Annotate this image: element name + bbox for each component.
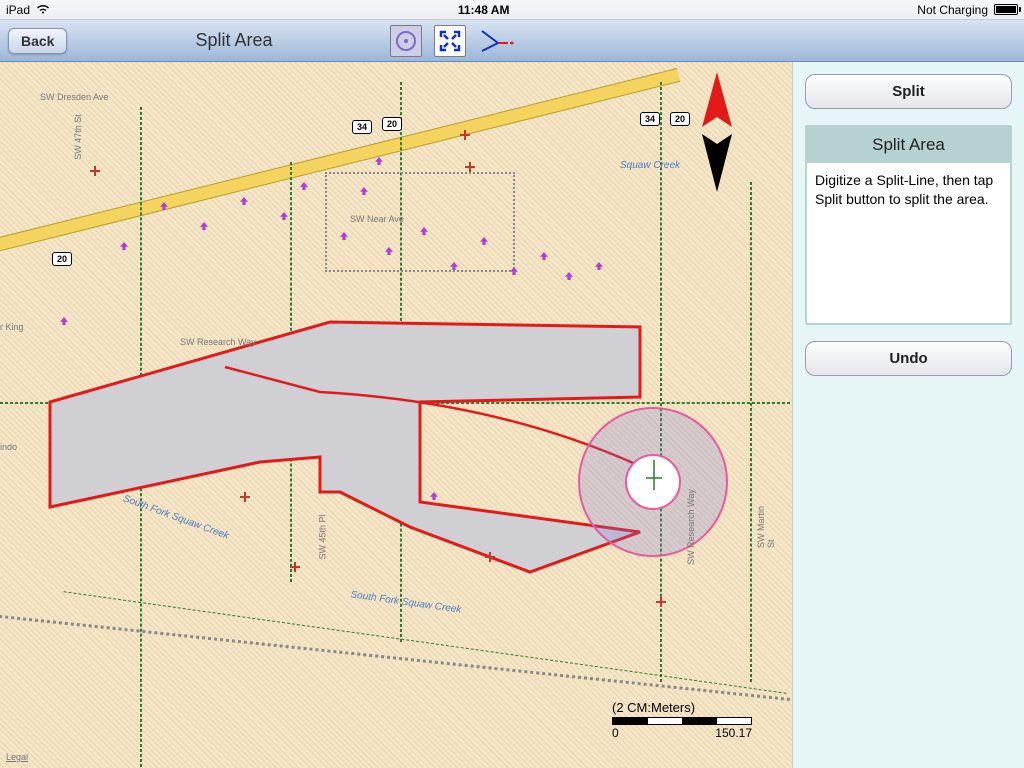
street-label: SW Dresden Ave [40,92,108,102]
map-canvas[interactable]: 20 34 20 34 20 SW Dresden Ave SW Near Av… [0,62,792,768]
zoom-extent-button[interactable] [434,25,466,57]
route-shield: 20 [382,117,402,131]
scale-bar: (2 CM:Meters) 0 150.17 [612,700,752,740]
device-label: iPad [6,3,30,17]
split-line-tool-button[interactable] [478,25,518,57]
main: 20 34 20 34 20 SW Dresden Ave SW Near Av… [0,62,1024,768]
toolbar: Back Split Area [0,20,1024,62]
instruction-card: Split Area Digitize a Split-Line, then t… [805,125,1012,325]
survey-marker [290,562,300,572]
street-label: SW Research Way [180,337,256,347]
gps-target-button[interactable] [390,25,422,57]
card-body: Digitize a Split-Line, then tap Split bu… [807,163,1010,323]
survey-marker [460,130,470,140]
scale-unit-label: (2 CM:Meters) [612,700,752,715]
back-button[interactable]: Back [8,28,67,54]
survey-marker [656,597,666,607]
street-label: SW Research Way [686,489,696,565]
status-bar: iPad 11:48 AM Not Charging [0,0,1024,20]
scale-min: 0 [612,726,619,740]
tool-group [390,25,518,57]
scale-segments [612,717,752,725]
survey-marker [465,162,475,172]
legal-link[interactable]: Legal [6,752,28,762]
survey-marker [240,492,250,502]
clock: 11:48 AM [50,3,917,17]
poi-label: indo [0,442,17,452]
wifi-icon [36,3,50,17]
survey-marker [485,552,495,562]
route-shield: 34 [640,112,660,126]
battery-icon [994,4,1018,15]
side-panel: Split Split Area Digitize a Split-Line, … [792,62,1024,768]
survey-marker [90,166,100,176]
street-label: SW 45th Pl [318,514,328,559]
undo-button[interactable]: Undo [805,341,1012,376]
street-label: SW 47th St [73,114,83,160]
page-title: Split Area [195,30,272,51]
poi-label: r King [0,322,24,332]
digitize-cursor-cross [646,460,662,490]
street-label: SW Martin St [756,496,776,548]
charge-label: Not Charging [917,3,988,17]
street-label: SW Near Ave [350,214,404,224]
card-title: Split Area [807,127,1010,163]
route-shield: 20 [670,112,690,126]
compass-icon [692,72,742,192]
route-shield: 34 [352,120,372,134]
scale-max: 150.17 [715,726,752,740]
split-button[interactable]: Split [805,74,1012,109]
creek-label: Squaw Creek [620,160,680,171]
route-shield: 20 [52,252,72,266]
